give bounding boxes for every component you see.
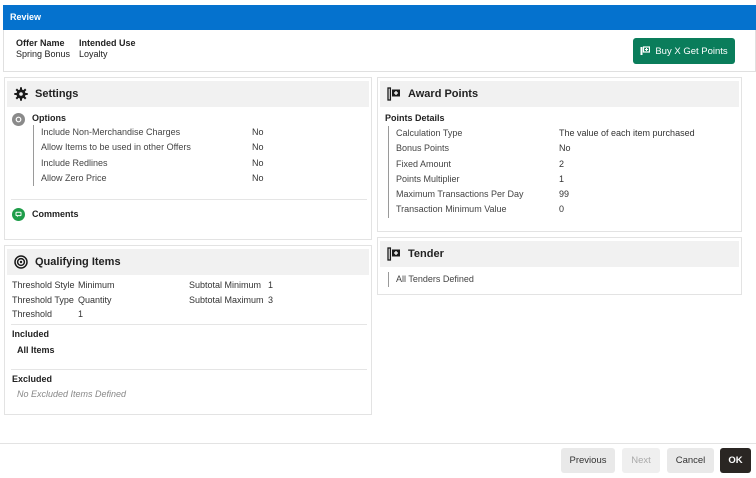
tender-row: All Tenders Defined [389,272,588,287]
threshold-label: Threshold [12,309,53,319]
option-value: No [252,127,264,137]
threshold-type-value: Quantity [78,295,112,305]
points-detail-value: 2 [559,158,565,169]
points-detail-row: Points Multiplier 1 [389,172,728,187]
threshold-value: 1 [78,309,84,319]
option-row: Include Redlines No [34,156,333,171]
tender-panel: Tender All Tenders Defined [377,237,742,295]
points-detail-label: Fixed Amount [396,158,452,169]
previous-button[interactable]: Previous [561,448,615,473]
cancel-button[interactable]: Cancel [667,448,714,473]
option-row: Include Non-Merchandise Charges No [34,125,333,140]
comment-icon [12,208,25,221]
offer-name-label: Offer Name [16,38,65,48]
points-detail-row: Bonus Points No [389,141,728,156]
next-button[interactable]: Next [622,448,660,473]
points-detail-row: Calculation Type The value of each item … [389,126,728,141]
qualifying-items-header: Qualifying Items [7,249,369,275]
page-title: Review [10,12,42,22]
option-value: No [252,157,264,168]
tender-value: All Tenders Defined [396,274,474,284]
intended-use-value: Loyalty [79,49,108,59]
option-label: Include Non-Merchandise Charges [41,127,181,137]
tender-list: All Tenders Defined [388,272,588,288]
included-value: All Items [17,345,55,355]
points-detail-label: Bonus Points [396,143,450,154]
offer-name-group: Offer Name Spring Bonus [16,38,70,59]
points-detail-value: No [559,143,571,154]
qualifying-items-panel: Qualifying Items Threshold Style Minimum… [4,245,372,415]
subtotal-minimum-value: 1 [268,280,274,290]
option-row: Allow Items to be used in other Offers N… [34,140,333,155]
options-title: Options [32,113,66,123]
settings-divider [11,199,367,200]
option-row: Allow Zero Price No [34,171,333,186]
points-detail-label: Maximum Transactions Per Day [396,189,524,200]
points-icon [640,46,651,56]
option-label: Allow Items to be used in other Offers [41,142,191,153]
points-details-title: Points Details [385,113,445,123]
footer-divider [0,443,756,444]
page-title-bar: Review [3,5,756,30]
subtotal-maximum-value: 3 [268,295,274,305]
included-title: Included [12,329,50,339]
option-value: No [252,142,264,153]
threshold-type-label: Threshold Type [12,295,74,305]
points-detail-value: The value of each item purchased [559,128,695,138]
target-icon [14,255,28,269]
points-detail-row: Transaction Minimum Value 0 [389,202,728,217]
award-points-title: Award Points [408,88,479,100]
buy-x-get-points-label: Buy X Get Points [655,45,728,57]
settings-title: Settings [35,88,79,100]
award-points-panel: Award Points Points Details Calculation … [377,77,742,232]
gear-icon [14,87,28,101]
subtotal-minimum-label: Subtotal Minimum [189,280,262,290]
threshold-style-label: Threshold Style [12,280,75,290]
option-label: Allow Zero Price [41,172,107,183]
excluded-title: Excluded [12,374,53,384]
award-points-header: Award Points [380,81,739,107]
comments-title: Comments [32,209,79,219]
intended-use-label: Intended Use [79,38,136,48]
points-details-list: Calculation Type The value of each item … [388,126,728,218]
intended-use-group: Intended Use Loyalty [79,38,136,59]
tender-icon [387,247,401,261]
points-detail-label: Calculation Type [396,128,463,138]
excluded-value: No Excluded Items Defined [17,389,127,399]
points-detail-label: Transaction Minimum Value [396,204,507,215]
points-detail-value: 0 [559,204,565,215]
qualifying-items-title: Qualifying Items [35,256,121,268]
options-icon [12,113,25,126]
points-detail-label: Points Multiplier [396,173,460,184]
points-detail-value: 99 [559,189,570,200]
options-list: Include Non-Merchandise Charges No Allow… [33,125,333,187]
tender-header: Tender [380,241,739,267]
ok-button[interactable]: OK [720,448,751,473]
offer-name-value: Spring Bonus [16,49,71,59]
points-detail-value: 1 [559,173,565,184]
qualifying-divider [11,324,367,325]
subtotal-maximum-label: Subtotal Maximum [189,295,264,305]
offer-summary-header: Offer Name Spring Bonus Intended Use Loy… [3,30,756,72]
option-value: No [252,172,264,183]
threshold-style-value: Minimum [78,280,115,290]
buy-x-get-points-button[interactable]: Buy X Get Points [633,38,735,64]
settings-panel: Settings Options Include Non-Merchandise… [4,77,372,240]
option-label: Include Redlines [41,157,108,168]
points-detail-row: Maximum Transactions Per Day 99 [389,187,728,202]
tender-title: Tender [408,248,444,260]
award-points-icon [387,87,401,101]
settings-header: Settings [7,81,369,107]
points-detail-row: Fixed Amount 2 [389,157,728,172]
included-divider [11,369,367,370]
